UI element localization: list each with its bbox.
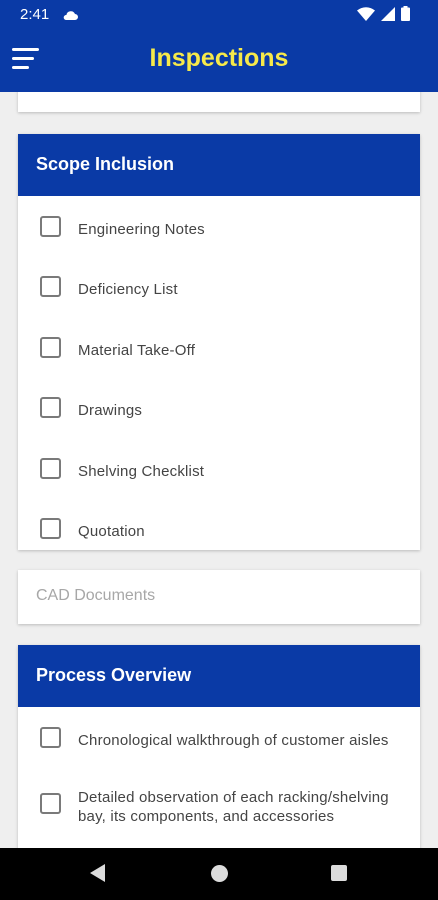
cad-documents-placeholder: CAD Documents	[36, 587, 156, 604]
back-icon[interactable]	[90, 864, 105, 882]
check-label: Deficiency List	[78, 281, 178, 298]
cloud-icon	[62, 8, 78, 26]
check-label: Shelving Checklist	[78, 463, 205, 480]
process-item-walkthrough[interactable]: Chronological walkthrough of customer ai…	[18, 707, 420, 767]
checkbox[interactable]	[40, 216, 61, 237]
process-overview-header: Process Overview	[18, 645, 420, 707]
content-area[interactable]: Scope Inclusion Engineering Notes Defici…	[0, 92, 438, 848]
check-label: Material Take-Off	[78, 342, 196, 359]
checkbox[interactable]	[40, 337, 61, 358]
checkbox[interactable]	[40, 727, 61, 748]
scope-item-engineering-notes[interactable]: Engineering Notes	[18, 196, 420, 256]
check-label: Detailed observation of each racking/she…	[78, 789, 389, 825]
signal-icon	[381, 6, 395, 26]
status-time: 2:41	[20, 6, 50, 23]
scope-item-shelving-checklist[interactable]: Shelving Checklist	[18, 438, 420, 498]
scope-inclusion-card: Scope Inclusion Engineering Notes Defici…	[18, 134, 420, 550]
check-label: Drawings	[78, 402, 143, 419]
previous-card	[18, 92, 420, 112]
check-label: Engineering Notes	[78, 221, 205, 238]
scope-item-material-take-off[interactable]: Material Take-Off	[18, 317, 420, 377]
scope-item-quotation[interactable]: Quotation	[18, 498, 420, 550]
process-item-detailed-observation[interactable]: Detailed observation of each racking/she…	[18, 767, 420, 847]
status-bar: 2:41	[0, 0, 438, 28]
page-title: Inspections	[149, 44, 289, 72]
recents-icon[interactable]	[331, 865, 347, 881]
checkbox[interactable]	[40, 518, 61, 539]
system-nav-bar	[0, 848, 438, 900]
status-icons	[357, 6, 410, 26]
process-overview-card: Process Overview Chronological walkthrou…	[18, 645, 420, 848]
cad-documents-field[interactable]: CAD Documents	[18, 570, 420, 624]
check-label: Chronological walkthrough of customer ai…	[78, 732, 389, 749]
checkbox[interactable]	[40, 397, 61, 418]
battery-icon	[401, 6, 410, 26]
checkbox[interactable]	[40, 276, 61, 297]
checkbox[interactable]	[40, 458, 61, 479]
home-icon[interactable]	[211, 865, 228, 882]
scope-item-deficiency-list[interactable]: Deficiency List	[18, 256, 420, 316]
checkbox[interactable]	[40, 793, 61, 814]
wifi-icon	[357, 6, 375, 26]
check-label: Quotation	[78, 523, 145, 540]
scope-inclusion-header: Scope Inclusion	[18, 134, 420, 196]
app-bar: Inspections	[0, 28, 438, 92]
scope-item-drawings[interactable]: Drawings	[18, 377, 420, 437]
